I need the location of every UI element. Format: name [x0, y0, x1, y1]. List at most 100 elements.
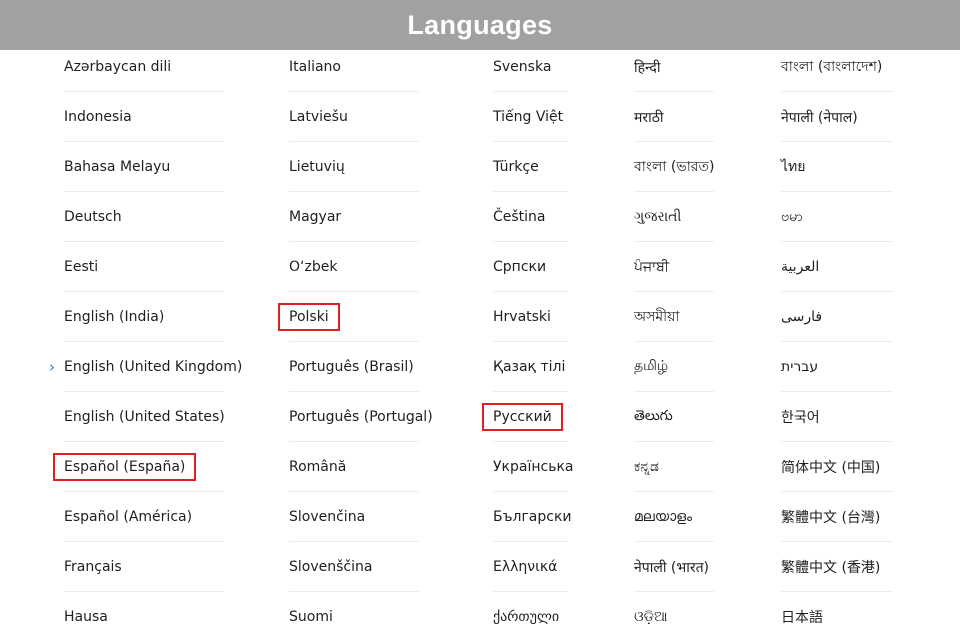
language-item[interactable]: Polski [278, 292, 419, 342]
language-label: Español (España) [52, 453, 197, 481]
language-item[interactable]: Bahasa Melayu [64, 142, 224, 192]
language-label: Українська [493, 459, 574, 475]
language-label: Български [493, 509, 572, 525]
language-item[interactable]: Български [493, 492, 572, 542]
language-item[interactable]: ଓଡ଼ିଆ [634, 592, 714, 640]
language-item[interactable]: অসমীয়া [634, 292, 714, 342]
language-label: Čeština [493, 209, 546, 225]
language-item[interactable]: ქართული [493, 592, 568, 640]
language-label: Indonesia [64, 109, 132, 125]
language-label: Türkçe [493, 159, 539, 175]
language-column-5: বাংলা (বাংলাদেশ) नेपाली (नेपाल) ไทย ဗမာ العر… [781, 50, 893, 640]
language-label: 한국어 [781, 410, 820, 426]
language-column-2: Italiano Latviešu Lietuvių Magyar O‘zbek Pols… [278, 50, 433, 640]
language-item[interactable]: Azərbaycan dili [64, 42, 224, 92]
language-label: Italiano [289, 59, 341, 75]
language-item[interactable]: ગુજરાતી [634, 192, 714, 242]
language-item[interactable]: മലയാളം [634, 492, 714, 542]
language-label: Svenska [493, 59, 552, 75]
language-label: 繁體中文 (香港) [781, 560, 881, 576]
language-label: മലയാളം [634, 509, 693, 525]
language-item[interactable]: Hausa [64, 592, 224, 640]
language-item[interactable]: English (United Kingdom) [64, 342, 242, 392]
language-item[interactable]: 繁體中文 (台灣) [781, 492, 893, 542]
language-item[interactable]: Eesti [64, 242, 224, 292]
language-item[interactable]: العربية [781, 242, 893, 292]
language-item[interactable]: Lietuvių [289, 142, 419, 192]
language-label: Português (Brasil) [289, 359, 414, 375]
language-item[interactable]: Français [64, 542, 224, 592]
language-item[interactable]: 繁體中文 (香港) [781, 542, 893, 592]
chevron-right-icon: › [49, 358, 55, 376]
language-item[interactable]: English (India) [64, 292, 224, 342]
language-item[interactable]: Magyar [289, 192, 419, 242]
language-item[interactable]: Slovenčina [289, 492, 419, 542]
language-column-4: हिन्दी मराठी বাংলা (ভারত) ગુજરાતી ਪੰਜਾਬੀ অসমী… [634, 50, 714, 640]
language-item[interactable]: Italiano [289, 42, 419, 92]
language-item[interactable]: Español (España) [52, 442, 224, 492]
language-item[interactable]: ไทย [781, 142, 893, 192]
language-item[interactable]: ಕನ್ನಡ [634, 442, 714, 492]
language-label: Српски [493, 259, 547, 275]
language-label: తెలుగు [634, 407, 673, 424]
language-label: ქართული [493, 609, 560, 625]
language-label: Қазақ тілі [493, 359, 566, 375]
language-label: Română [289, 459, 347, 475]
language-item[interactable]: Ελληνικά [493, 542, 568, 592]
language-item[interactable]: Українська [493, 442, 573, 492]
language-item[interactable]: ဗမာ [781, 192, 893, 242]
language-item[interactable]: English (United States) [64, 392, 225, 442]
language-item[interactable]: Português (Brasil) [289, 342, 419, 392]
language-label: Polski [278, 303, 340, 331]
language-label: English (United Kingdom) [64, 359, 243, 375]
language-item[interactable]: नेपाली (भारत) [634, 542, 714, 592]
language-item[interactable]: Қазақ тілі [493, 342, 568, 392]
language-label: Slovenščina [289, 559, 373, 575]
language-item[interactable]: O‘zbek [289, 242, 419, 292]
language-item[interactable]: Latviešu [289, 92, 419, 142]
language-item[interactable]: Русский [482, 392, 568, 442]
language-item[interactable]: Српски [493, 242, 568, 292]
language-item[interactable]: עברית [781, 342, 893, 392]
page-title: Languages [407, 9, 553, 40]
language-label: العربية [781, 259, 820, 275]
language-item[interactable]: தமிழ் [634, 342, 714, 392]
language-item[interactable]: Română [289, 442, 419, 492]
language-item[interactable]: 日本語 [781, 592, 893, 640]
language-item[interactable]: Suomi [289, 592, 419, 640]
language-item[interactable]: 简体中文 (中国) [781, 442, 893, 492]
language-label: Deutsch [64, 209, 122, 225]
language-item[interactable]: Indonesia [64, 92, 224, 142]
language-item[interactable]: ਪੰਜਾਬੀ [634, 242, 714, 292]
language-label: English (India) [64, 309, 165, 325]
language-label: Tiếng Việt [493, 109, 564, 125]
language-label: Latviešu [289, 109, 348, 125]
language-label: বাংলা (ভারত) [634, 159, 715, 175]
language-item[interactable]: Hrvatski [493, 292, 568, 342]
language-item[interactable]: Português (Portugal) [289, 392, 433, 442]
language-item[interactable]: বাংলা (ভারত) [634, 142, 714, 192]
language-label: मराठी [634, 109, 664, 126]
language-item[interactable]: नेपाली (नेपाल) [781, 92, 893, 142]
language-item[interactable]: Deutsch [64, 192, 224, 242]
language-label: Ελληνικά [493, 559, 558, 575]
language-item[interactable]: 한국어 [781, 392, 893, 442]
language-item[interactable]: বাংলা (বাংলাদেশ) [781, 42, 893, 92]
language-item[interactable]: Español (América) [64, 492, 224, 542]
language-item[interactable]: فارسی [781, 292, 893, 342]
language-label: অসমীয়া [634, 309, 680, 325]
language-label: বাংলা (বাংলাদেশ) [781, 59, 883, 75]
language-item[interactable]: Türkçe [493, 142, 568, 192]
language-label: Español (América) [64, 509, 193, 525]
language-label: Suomi [289, 609, 333, 625]
language-item[interactable]: मराठी [634, 92, 714, 142]
language-item[interactable]: Čeština [493, 192, 568, 242]
language-item[interactable]: తెలుగు [634, 392, 714, 442]
language-label: हिन्दी [634, 59, 661, 76]
language-label: Français [64, 559, 122, 575]
language-item[interactable]: Slovenščina [289, 542, 419, 592]
language-label: 繁體中文 (台灣) [781, 510, 881, 526]
language-item[interactable]: हिन्दी [634, 42, 714, 92]
language-item[interactable]: Svenska [493, 42, 568, 92]
language-item[interactable]: Tiếng Việt [493, 92, 568, 142]
